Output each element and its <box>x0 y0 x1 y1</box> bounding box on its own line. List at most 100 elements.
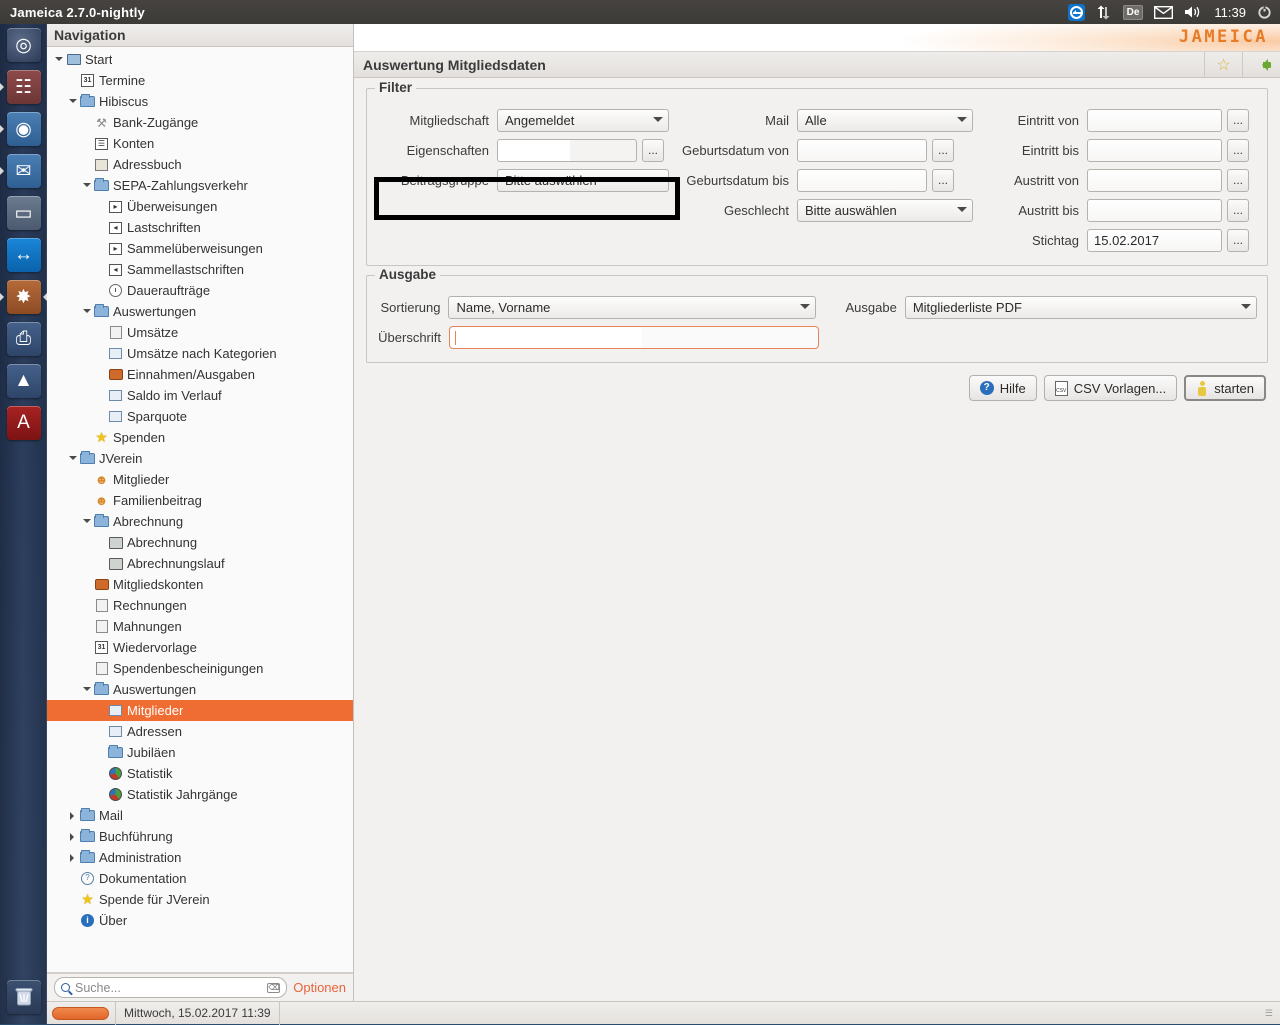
tree-item-ums-tze[interactable]: Umsätze <box>47 322 353 343</box>
navigation-tree[interactable]: Start 31 Termine Hibiscus ⚒ Bank-Zugänge ☰ Kont… <box>47 47 353 973</box>
tray-clock[interactable]: 11:39 <box>1214 5 1246 20</box>
browse-geburtsdatum-bis-button[interactable]: ... <box>932 168 954 192</box>
chevron-down-icon[interactable] <box>81 306 93 317</box>
tree-item-spenden[interactable]: ★ Spenden <box>47 427 353 448</box>
tree-item-statistik[interactable]: Statistik <box>47 763 353 784</box>
tree-item-dokumentation[interactable]: ? Dokumentation <box>47 868 353 889</box>
select-mail[interactable]: Alle <box>797 108 973 132</box>
tree-item-dauerauftr-ge[interactable]: Daueraufträge <box>47 280 353 301</box>
tree-item-wiedervorlage[interactable]: 31 Wiedervorlage <box>47 637 353 658</box>
tree-item-adressbuch[interactable]: Adressbuch <box>47 154 353 175</box>
tree-item-lastschriften[interactable]: ◂ Lastschriften <box>47 217 353 238</box>
tree-item-saldo-im-verlauf[interactable]: Saldo im Verlauf <box>47 385 353 406</box>
launcher-item-acrobat[interactable]: A <box>0 402 47 444</box>
launcher-item-trash[interactable] <box>0 976 47 1018</box>
input-eigenschaften[interactable] <box>497 138 637 162</box>
mail-icon[interactable] <box>1154 5 1174 19</box>
browse-eigenschaften-button[interactable]: ... <box>642 138 664 162</box>
select-geschlecht[interactable]: Bitte auswählen <box>797 198 973 222</box>
tree-item-start[interactable]: Start <box>47 49 353 70</box>
select-beitragsgruppe[interactable]: Bitte auswählen <box>497 168 669 192</box>
chevron-right-icon[interactable] <box>67 832 79 841</box>
input-geburtsdatum-von[interactable] <box>797 138 927 162</box>
tree-item-rechnungen[interactable]: Rechnungen <box>47 595 353 616</box>
chevron-down-icon[interactable] <box>67 96 79 107</box>
tree-item-mitglieder[interactable]: ☻ Mitglieder <box>47 469 353 490</box>
tree-item-administration[interactable]: Administration <box>47 847 353 868</box>
help-button[interactable]: ? Hilfe <box>968 375 1037 401</box>
launcher-item-files[interactable]: ☷ <box>0 66 47 108</box>
tree-item-spendenbescheinigungen[interactable]: Spendenbescheinigungen <box>47 658 353 679</box>
launcher-item-vlc[interactable]: ▲ <box>0 360 47 402</box>
tree-item-auswertungen[interactable]: Auswertungen <box>47 301 353 322</box>
volume-icon[interactable] <box>1184 5 1203 19</box>
keyboard-layout-indicator[interactable]: De <box>1122 4 1144 20</box>
input-geburtsdatum-bis[interactable] <box>797 168 927 192</box>
tree-item-sparquote[interactable]: Sparquote <box>47 406 353 427</box>
tree-item-statistik-jahrg-nge[interactable]: Statistik Jahrgänge <box>47 784 353 805</box>
tree-item-mitgliedskonten[interactable]: Mitgliedskonten <box>47 574 353 595</box>
chevron-down-icon[interactable] <box>53 54 65 65</box>
tree-item-ber[interactable]: i Über <box>47 910 353 931</box>
search-input[interactable]: Suche... ⌫ <box>54 977 288 998</box>
chevron-down-icon[interactable] <box>81 180 93 191</box>
tree-item-buchf-hrung[interactable]: Buchführung <box>47 826 353 847</box>
tree-item-mitglieder[interactable]: Mitglieder <box>47 700 353 721</box>
launcher-item-teamviewer[interactable]: ↔ <box>0 234 47 276</box>
csv-templates-button[interactable]: CSV CSV Vorlagen... <box>1043 375 1178 401</box>
launcher-item-ubuntu-dash[interactable]: ◎ <box>0 24 47 66</box>
options-link[interactable]: Optionen <box>293 980 346 995</box>
browse-austritt-von-button[interactable]: ... <box>1227 168 1249 192</box>
tree-item-jverein[interactable]: JVerein <box>47 448 353 469</box>
input-eintritt-von[interactable] <box>1087 108 1222 132</box>
tree-item-ums-tze-nach-kategorien[interactable]: Umsätze nach Kategorien <box>47 343 353 364</box>
power-gear-icon[interactable] <box>1257 4 1272 20</box>
chevron-down-icon[interactable] <box>81 684 93 695</box>
network-transfer-icon[interactable] <box>1096 5 1112 20</box>
input-eintritt-bis[interactable] <box>1087 138 1222 162</box>
browse-geburtsdatum-von-button[interactable]: ... <box>932 138 954 162</box>
tree-item-konten[interactable]: ☰ Konten <box>47 133 353 154</box>
tree-item-sammellastschriften[interactable]: ◂ Sammellastschriften <box>47 259 353 280</box>
tree-item-abrechnung[interactable]: Abrechnung <box>47 532 353 553</box>
tree-item-einnahmen-ausgaben[interactable]: Einnahmen/Ausgaben <box>47 364 353 385</box>
back-button[interactable] <box>1242 51 1280 78</box>
launcher-item-firefox[interactable]: ◉ <box>0 108 47 150</box>
status-resize-grip[interactable]: ☰ <box>1265 1008 1280 1019</box>
tree-item-abrechnungslauf[interactable]: Abrechnungslauf <box>47 553 353 574</box>
tree-item-sepa-zahlungsverkehr[interactable]: SEPA-Zahlungsverkehr <box>47 175 353 196</box>
input-austritt-von[interactable] <box>1087 168 1222 192</box>
tree-item-berweisungen[interactable]: ▸ Überweisungen <box>47 196 353 217</box>
select-sortierung[interactable]: Name, Vorname <box>448 295 816 319</box>
launcher-item-jameica[interactable]: ✸ <box>0 276 47 318</box>
input-stichtag[interactable]: 15.02.2017 <box>1087 228 1222 252</box>
browse-eintritt-von-button[interactable]: ... <box>1227 108 1249 132</box>
tree-item-spende-f-r-jverein[interactable]: ★ Spende für JVerein <box>47 889 353 910</box>
chevron-right-icon[interactable] <box>67 853 79 862</box>
chevron-right-icon[interactable] <box>67 811 79 820</box>
tree-item-abrechnung[interactable]: Abrechnung <box>47 511 353 532</box>
bookmark-button[interactable]: ☆ <box>1204 51 1242 78</box>
tree-item-termine[interactable]: 31 Termine <box>47 70 353 91</box>
tree-item-familienbeitrag[interactable]: ☻ Familienbeitrag <box>47 490 353 511</box>
tree-item-jubil-en[interactable]: Jubiläen <box>47 742 353 763</box>
tree-item-auswertungen[interactable]: Auswertungen <box>47 679 353 700</box>
tree-item-sammel-berweisungen[interactable]: ▸ Sammelüberweisungen <box>47 238 353 259</box>
teamviewer-icon[interactable] <box>1067 3 1085 21</box>
browse-austritt-bis-button[interactable]: ... <box>1227 198 1249 222</box>
select-ausgabe[interactable]: Mitgliederliste PDF <box>904 295 1257 319</box>
tree-item-bank-zug-nge[interactable]: ⚒ Bank-Zugänge <box>47 112 353 133</box>
launcher-item-writer[interactable]: ▭ <box>0 192 47 234</box>
tree-item-hibiscus[interactable]: Hibiscus <box>47 91 353 112</box>
input-austritt-bis[interactable] <box>1087 198 1222 222</box>
launcher-item-printer[interactable]: ⎙ <box>0 318 47 360</box>
chevron-down-icon[interactable] <box>81 516 93 527</box>
browse-stichtag-button[interactable]: ... <box>1227 228 1249 252</box>
clear-search-icon[interactable]: ⌫ <box>267 982 281 993</box>
tree-item-mail[interactable]: Mail <box>47 805 353 826</box>
launcher-item-thunderbird[interactable]: ✉ <box>0 150 47 192</box>
browse-eintritt-bis-button[interactable]: ... <box>1227 138 1249 162</box>
tree-item-mahnungen[interactable]: Mahnungen <box>47 616 353 637</box>
input-ueberschrift[interactable] <box>449 325 819 349</box>
start-button[interactable]: starten <box>1184 375 1266 401</box>
